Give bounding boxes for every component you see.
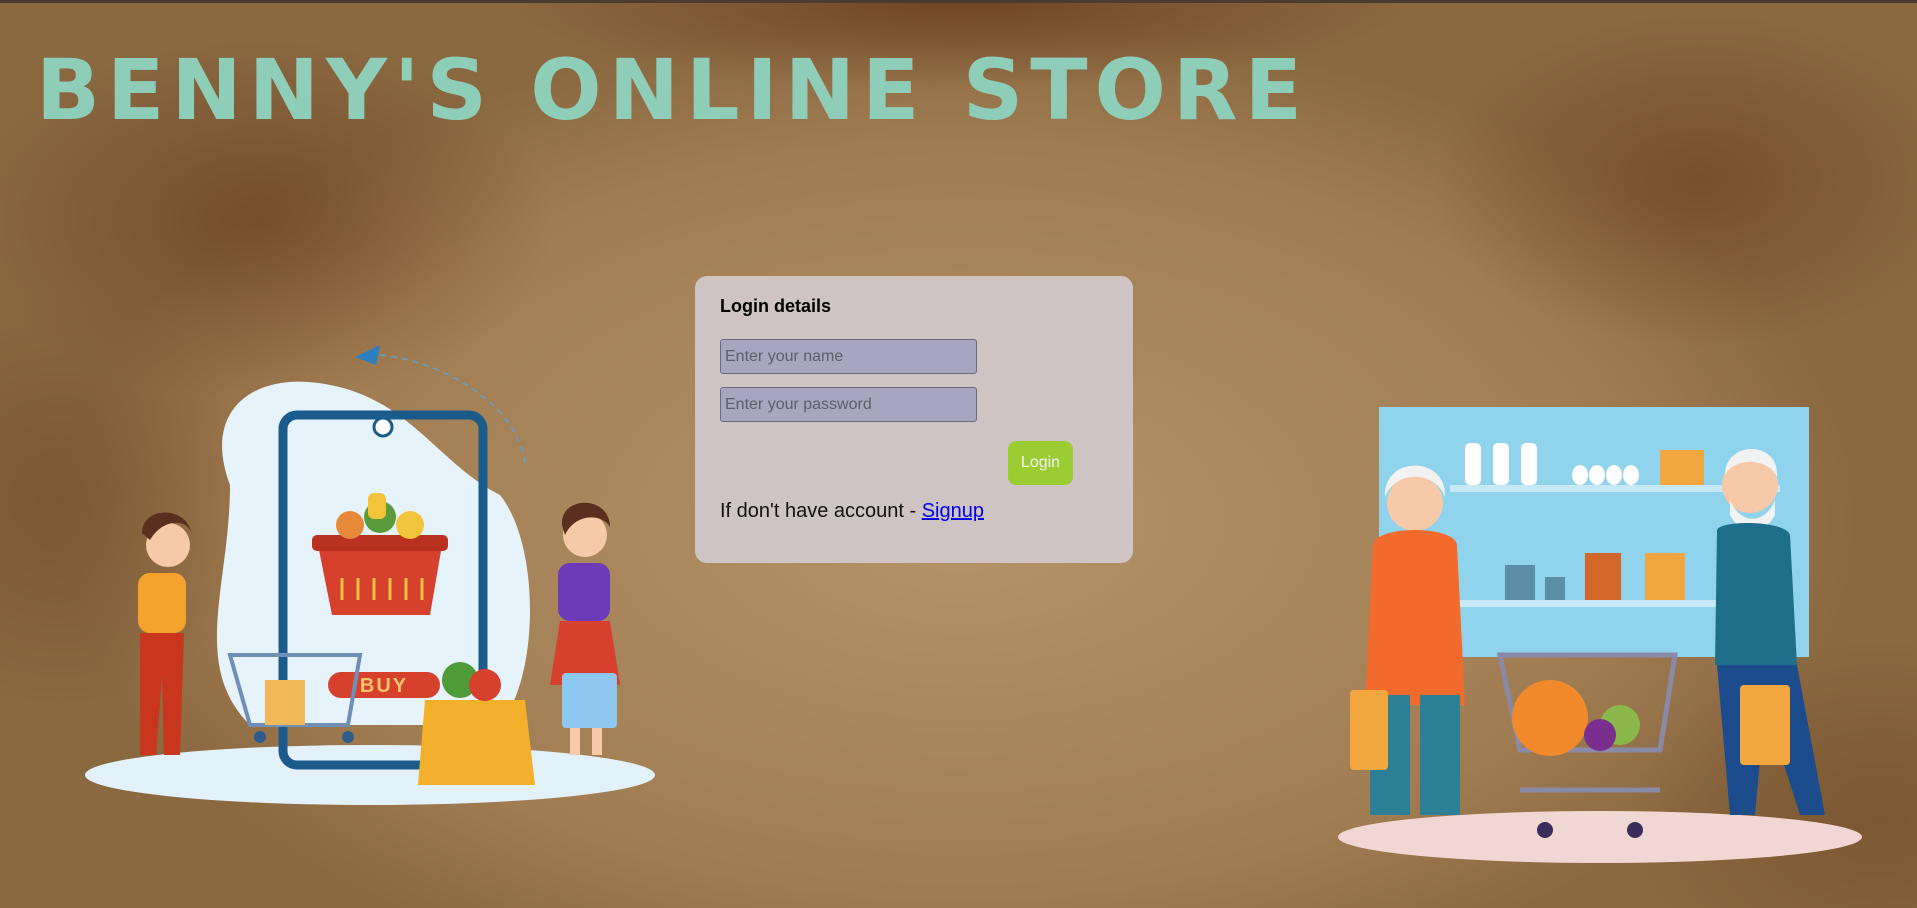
store-title: BENNY'S ONLINE STORE bbox=[36, 41, 1309, 139]
signup-prompt: If don't have account - bbox=[720, 500, 922, 522]
login-heading: Login details bbox=[720, 296, 832, 316]
name-input[interactable] bbox=[720, 339, 977, 374]
online-shopping-illustration: BUY bbox=[85, 345, 655, 805]
login-card: Login details Login If don't have accoun… bbox=[695, 276, 1133, 563]
login-button[interactable]: Login bbox=[1008, 441, 1073, 485]
password-input[interactable] bbox=[720, 387, 977, 422]
supermarket-illustration bbox=[1338, 407, 1862, 863]
signup-line: If don't have account - Signup bbox=[720, 500, 984, 523]
buy-button-label: BUY bbox=[360, 675, 408, 697]
top-border bbox=[0, 0, 1917, 3]
signup-link[interactable]: Signup bbox=[922, 500, 984, 522]
